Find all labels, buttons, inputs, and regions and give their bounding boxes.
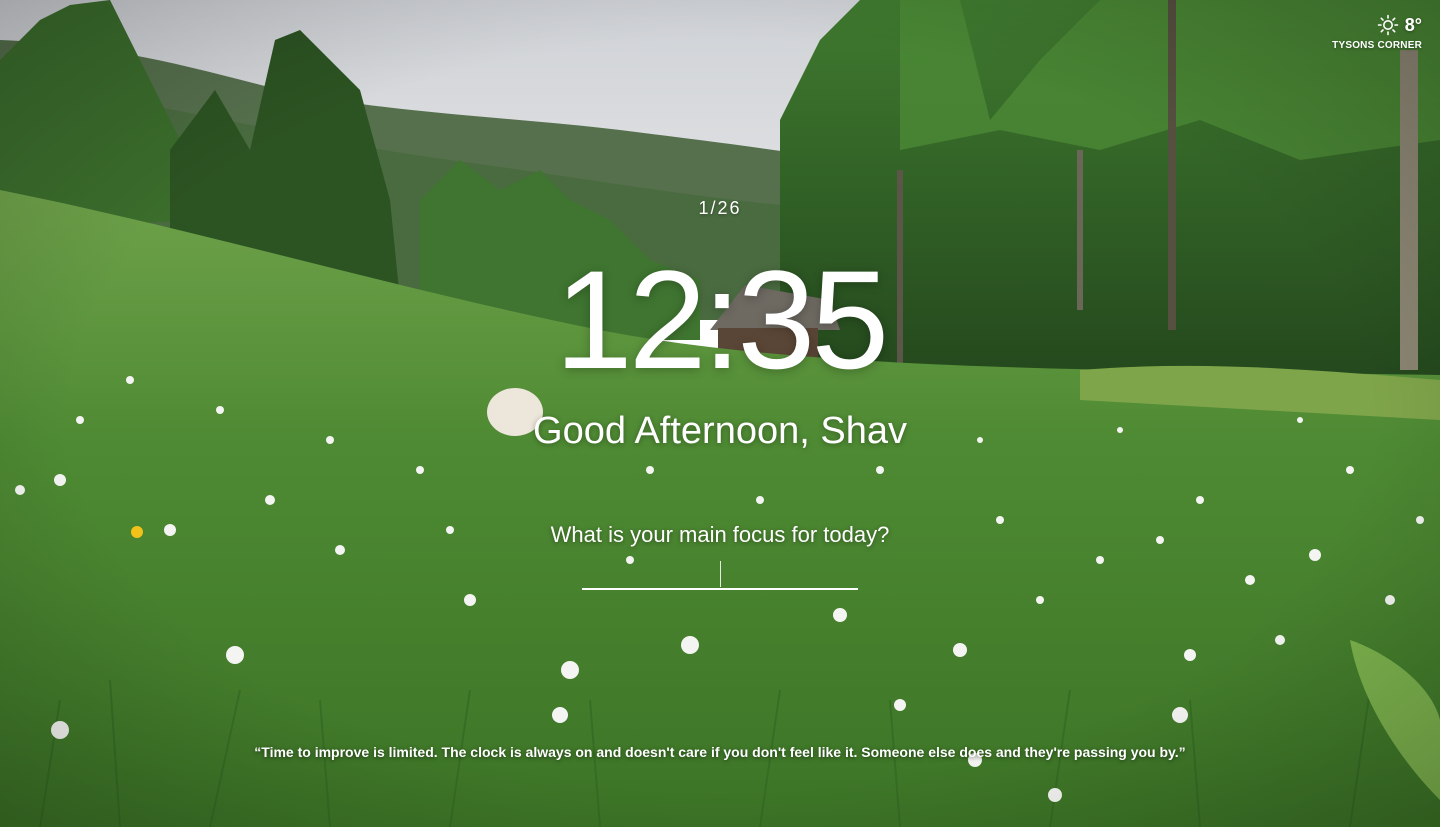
sun-icon [1377, 14, 1399, 36]
page-counter: 1/26 [698, 198, 742, 218]
weather-temperature: 8° [1404, 14, 1422, 35]
weather-summary[interactable]: 8° [1332, 14, 1422, 36]
greeting-text: Good Afternoon, Shav [533, 410, 907, 452]
focus-prompt: What is your main focus for today? [550, 522, 890, 547]
text-cursor [720, 561, 721, 587]
quote-text: “Time to improve is limited. The clock i… [254, 744, 1186, 760]
clock-time: 12:35 [554, 241, 889, 398]
weather-location: TYSONS CORNER [1332, 40, 1422, 51]
weather-widget[interactable]: 8° TYSONS CORNER [1332, 14, 1422, 52]
